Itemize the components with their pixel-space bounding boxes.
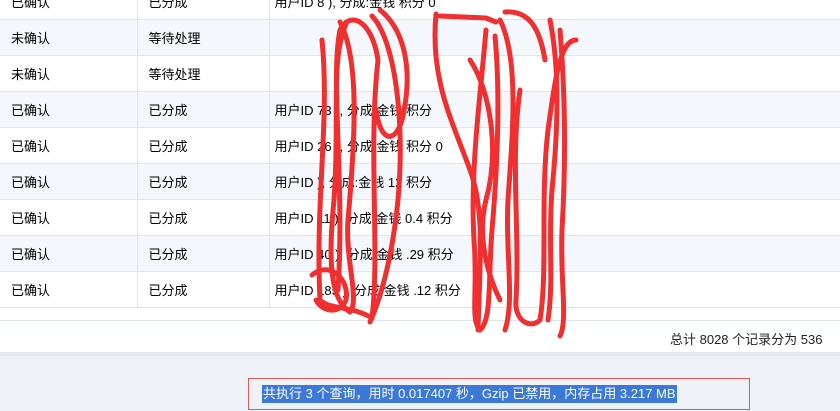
table-row: 未确认 等待处理	[0, 55, 840, 92]
highlight-box: 共执行 3 个查询，用时 0.017407 秒，Gzip 已禁用，内存占用 3.…	[248, 378, 750, 410]
status-cell: 已确认	[0, 0, 138, 20]
table-row: 已确认 已分成 用户ID 40 ), 分成:金钱 .29 积分	[0, 235, 840, 272]
state-cell: 已分成	[137, 91, 270, 128]
state-cell: 已分成	[137, 199, 270, 236]
state-cell: 已分成	[137, 0, 270, 20]
table-row: 未确认 等待处理	[0, 19, 840, 56]
status-cell: 已确认	[0, 235, 138, 272]
state-cell: 等待处理	[137, 55, 270, 92]
table-row: 已确认 已分成 用户ID 185 ), 分成:金钱 .12 积分	[0, 271, 840, 308]
status-cell: 未确认	[0, 19, 138, 56]
status-cell: 已确认	[0, 91, 138, 128]
record-count-text: 总计 8028 个记录分为 536	[670, 332, 823, 347]
records-table: 已确认 已分成 用户ID 8 ), 分成:金钱 积分 0 未确认 等待处理 未确…	[0, 0, 840, 308]
detail-cell: 用户ID ), 分成:金钱 12 积分	[269, 163, 840, 200]
detail-cell: 用户ID 40 ), 分成:金钱 .29 积分	[269, 235, 840, 272]
detail-cell: 用户ID 11 ), 分成:金钱 0.4 积分	[269, 199, 840, 236]
pager: 总计 8028 个记录分为 536	[0, 320, 840, 353]
detail-cell: 用户ID 26 ), 分成:金钱 积分 0	[269, 127, 840, 164]
detail-cell	[269, 19, 840, 56]
status-cell: 未确认	[0, 55, 138, 92]
detail-cell: 用户ID 73 ), 分成:金钱 积分	[269, 91, 840, 128]
status-cell: 已确认	[0, 199, 138, 236]
status-cell: 已确认	[0, 271, 138, 308]
state-cell: 已分成	[137, 127, 270, 164]
table-row: 已确认 已分成 用户ID 73 ), 分成:金钱 积分	[0, 91, 840, 128]
page-footer: 共执行 3 个查询，用时 0.017407 秒，Gzip 已禁用，内存占用 3.…	[0, 352, 840, 411]
admin-page: 已确认 已分成 用户ID 8 ), 分成:金钱 积分 0 未确认 等待处理 未确…	[0, 0, 840, 411]
table-row: 已确认 已分成 用户ID 26 ), 分成:金钱 积分 0	[0, 127, 840, 164]
detail-cell	[269, 55, 840, 92]
state-cell: 等待处理	[137, 19, 270, 56]
query-stats-text: 共执行 3 个查询，用时 0.017407 秒，Gzip 已禁用，内存占用 3.…	[262, 385, 677, 403]
status-cell: 已确认	[0, 163, 138, 200]
state-cell: 已分成	[137, 235, 270, 272]
table-row: 已确认 已分成 用户ID ), 分成:金钱 12 积分	[0, 163, 840, 200]
state-cell: 已分成	[137, 163, 270, 200]
state-cell: 已分成	[137, 271, 270, 308]
table-row: 已确认 已分成 用户ID 11 ), 分成:金钱 0.4 积分	[0, 199, 840, 236]
detail-cell: 用户ID 185 ), 分成:金钱 .12 积分	[269, 271, 840, 308]
detail-cell: 用户ID 8 ), 分成:金钱 积分 0	[269, 0, 840, 20]
status-cell: 已确认	[0, 127, 138, 164]
table-row: 已确认 已分成 用户ID 8 ), 分成:金钱 积分 0	[0, 0, 840, 20]
